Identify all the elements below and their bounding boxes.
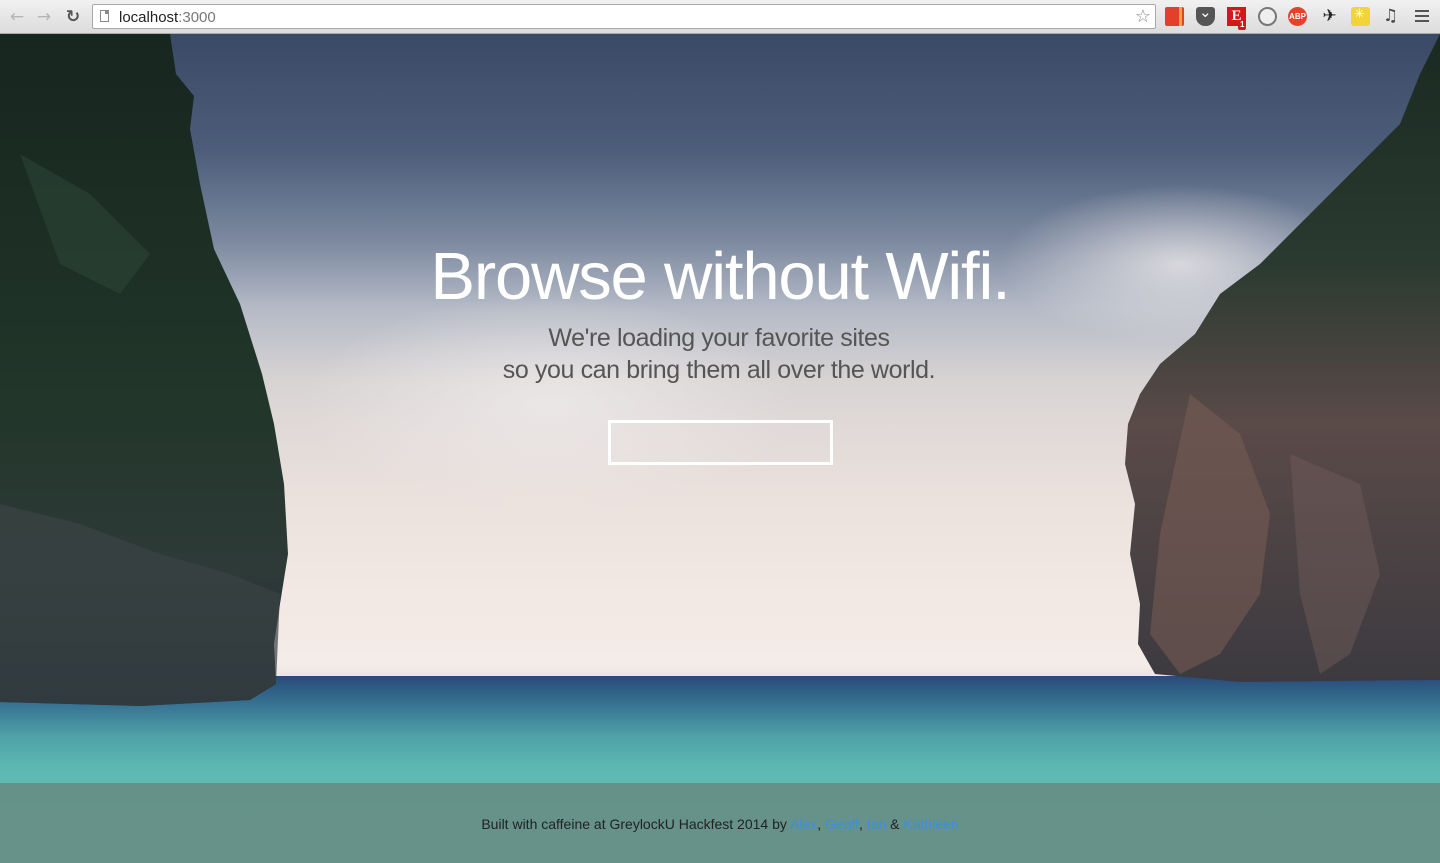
cta-button[interactable] <box>608 420 833 465</box>
hero-subline-2: so you can bring them all over the world… <box>502 356 936 384</box>
landing-page: Browse without Wifi. We're loading your … <box>0 34 1440 863</box>
author-link-kathleen[interactable]: Kathleen <box>903 816 958 832</box>
pocket-extension-icon[interactable] <box>1196 3 1215 26</box>
author-link-geoff[interactable]: Geoff <box>825 816 859 832</box>
hamburger-menu-icon[interactable] <box>1415 10 1429 23</box>
reload-icon[interactable]: ↻ <box>62 6 84 28</box>
ghostery-extension-icon[interactable] <box>1258 7 1277 26</box>
music-note-icon[interactable]: ♫ <box>1381 7 1400 26</box>
stick-figure-extension-icon[interactable]: ✈ <box>1320 7 1339 26</box>
page-icon <box>100 10 109 22</box>
hero-headline: Browse without Wifi. <box>430 239 1010 314</box>
evernote-badge: 1 <box>1238 20 1247 30</box>
footer-credits: Built with caffeine at GreylockU Hackfes… <box>481 816 959 832</box>
bookmarks-extension-icon[interactable] <box>1165 7 1184 26</box>
url-text[interactable]: localhost:3000 <box>119 9 216 26</box>
forward-arrow-icon[interactable]: → <box>33 6 55 28</box>
back-arrow-icon[interactable]: ← <box>6 6 28 28</box>
hero-subline-1: We're loading your favorite sites <box>548 324 890 352</box>
address-bar[interactable]: localhost:3000 ☆ <box>92 4 1156 29</box>
browser-toolbar: ← → ↻ localhost:3000 ☆ E 1 ABP ✈ ♫ <box>0 0 1440 34</box>
yellow-extension-icon[interactable] <box>1351 7 1370 26</box>
author-link-alex[interactable]: Alex <box>790 816 817 832</box>
bookmark-star-icon[interactable]: ☆ <box>1135 6 1151 28</box>
footer: Built with caffeine at GreylockU Hackfes… <box>0 783 1440 863</box>
adblock-plus-extension-icon[interactable]: ABP <box>1288 7 1307 26</box>
author-link-ian[interactable]: Ian <box>867 816 886 832</box>
